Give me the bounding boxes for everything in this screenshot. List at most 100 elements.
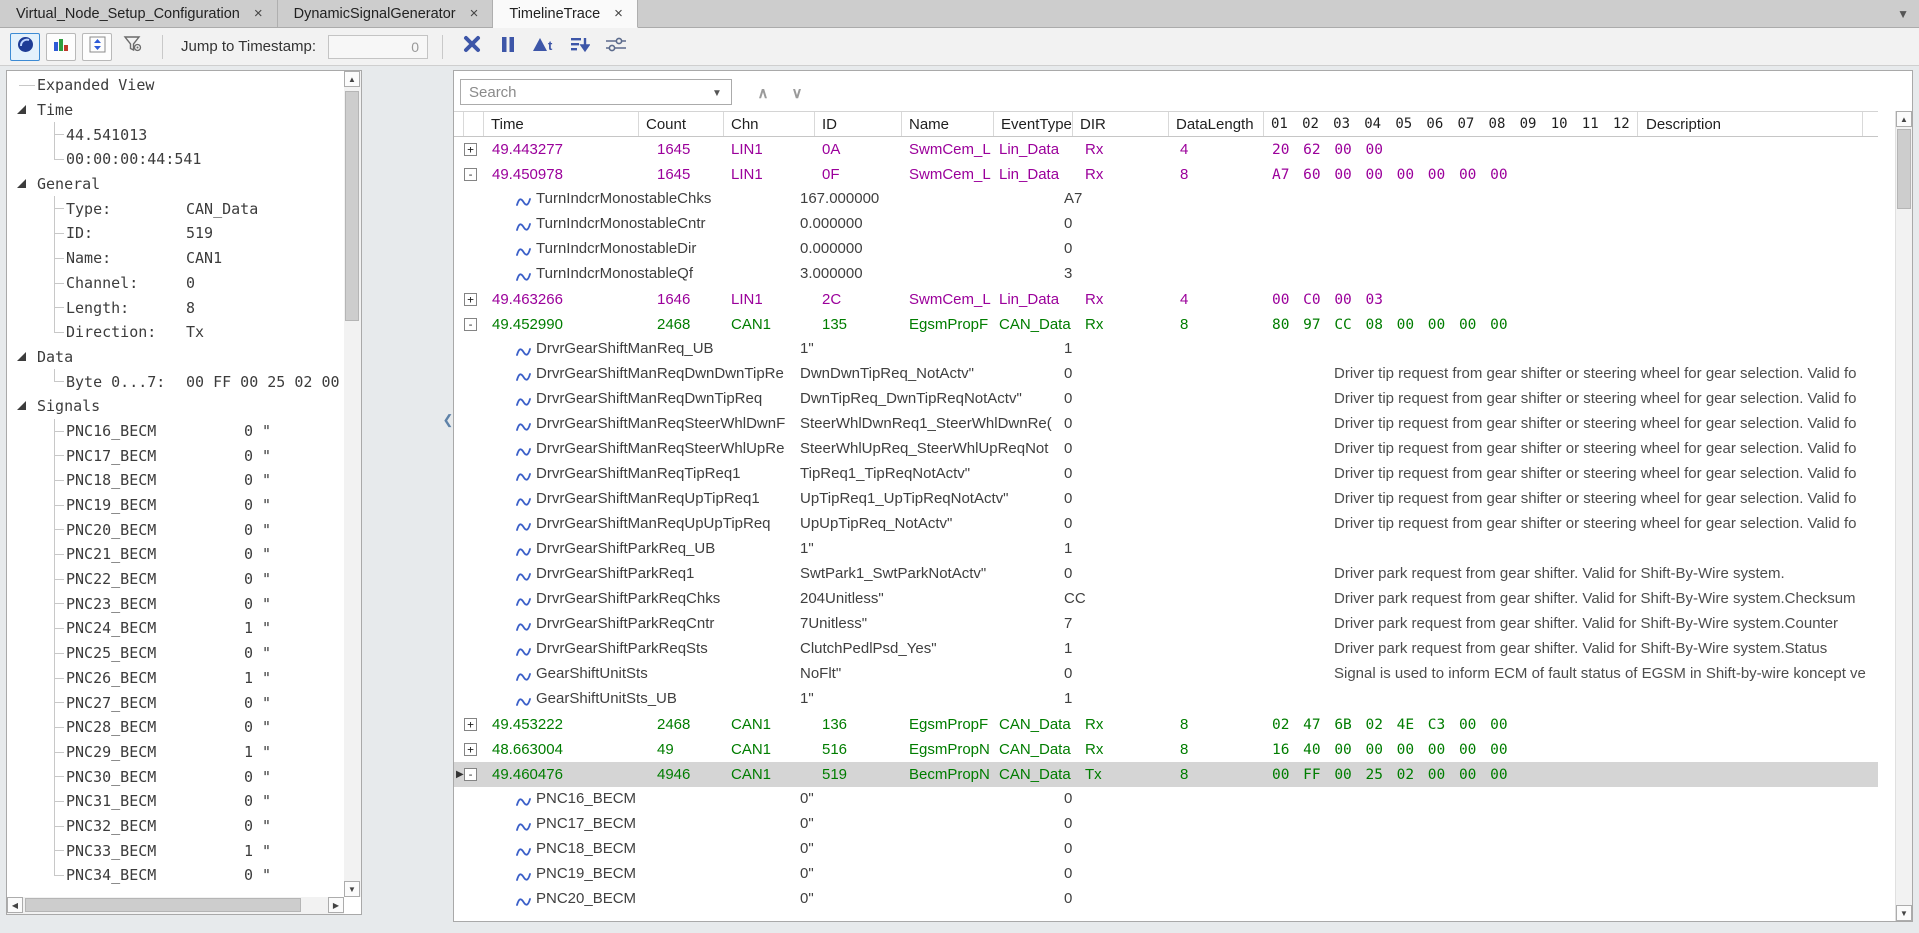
trace-signal-row[interactable]: DrvrGearShiftManReqDwnDwnTipReDwnDwnTipR…: [454, 362, 1878, 387]
trace-frame-row[interactable]: -49.4529902468CAN1135EgsmPropFCAN_DataRx…: [454, 312, 1878, 337]
tree-item[interactable]: PNC21_BECM0 ": [7, 542, 344, 567]
trace-signal-row[interactable]: DrvrGearShiftManReqSteerWhlUpReSteerWhlU…: [454, 437, 1878, 462]
column-header-description[interactable]: Description: [1638, 112, 1863, 136]
trace-signal-row[interactable]: PNC20_BECM0"0: [454, 887, 1878, 912]
tree-section-data[interactable]: Data: [7, 345, 344, 370]
scroll-down-icon[interactable]: ▼: [344, 881, 360, 897]
tree-item[interactable]: PNC19_BECM0 ": [7, 493, 344, 518]
sidebar-vscroll-thumb[interactable]: [345, 91, 359, 321]
tree-item[interactable]: PNC34_BECM0 ": [7, 863, 344, 888]
trace-signal-row[interactable]: TurnIndcrMonostableQf3.0000003: [454, 262, 1878, 287]
sort-button[interactable]: [565, 33, 595, 61]
column-header-hex-bytes[interactable]: 010203040506070809101112: [1264, 112, 1638, 136]
column-header-eventtype[interactable]: EventType: [994, 112, 1073, 136]
trace-signal-row[interactable]: DrvrGearShiftParkReqChks204Unitless"CCDr…: [454, 587, 1878, 612]
trace-frame-row[interactable]: +49.4432771645LIN10ASwmCem_LLin_DataRx42…: [454, 137, 1878, 162]
trace-frame-row[interactable]: +49.4632661646LIN12CSwmCem_LLin_DataRx40…: [454, 287, 1878, 312]
tree-item[interactable]: Channel:0: [7, 271, 344, 296]
pause-button[interactable]: [493, 33, 523, 61]
trace-frame-row[interactable]: +49.4532222468CAN1136EgsmPropFCAN_DataRx…: [454, 712, 1878, 737]
expand-plus-icon[interactable]: +: [464, 143, 477, 156]
column-header-name[interactable]: Name: [902, 112, 994, 136]
trace-signal-row[interactable]: DrvrGearShiftParkReqCntr7Unitless"7Drive…: [454, 612, 1878, 637]
tree-item[interactable]: PNC25_BECM0 ": [7, 641, 344, 666]
trace-signal-row[interactable]: PNC19_BECM0"0: [454, 862, 1878, 887]
tree-expanded-icon[interactable]: [17, 401, 26, 410]
scroll-up-icon[interactable]: ▲: [1896, 111, 1912, 127]
tree-section-general[interactable]: General: [7, 172, 344, 197]
tab-timelinetrace[interactable]: TimelineTrace×: [493, 0, 638, 28]
tree-item[interactable]: PNC29_BECM1 ": [7, 740, 344, 765]
tree-item[interactable]: PNC30_BECM0 ": [7, 764, 344, 789]
column-header-time[interactable]: Time: [484, 112, 639, 136]
trace-signal-row[interactable]: TurnIndcrMonostableDir0.0000000: [454, 237, 1878, 262]
tree-item[interactable]: PNC16_BECM0 ": [7, 419, 344, 444]
trace-signal-row[interactable]: DrvrGearShiftParkReq1SwtPark1_SwtParkNot…: [454, 562, 1878, 587]
trace-signal-row[interactable]: DrvrGearShiftManReqTipReq1TipReq1_TipReq…: [454, 462, 1878, 487]
tree-section-signals[interactable]: Signals: [7, 394, 344, 419]
column-header-id[interactable]: ID: [815, 112, 902, 136]
tree-expanded-icon[interactable]: [17, 179, 26, 188]
trigger-time-button[interactable]: t: [529, 33, 559, 61]
trace-signal-row[interactable]: DrvrGearShiftManReqUpTipReq1UpTipReq1_Up…: [454, 487, 1878, 512]
settings-button[interactable]: [601, 33, 631, 61]
expand-plus-icon[interactable]: +: [464, 718, 477, 731]
search-dropdown-caret-icon[interactable]: ▼: [712, 88, 722, 99]
tab-close-icon[interactable]: ×: [470, 6, 479, 21]
tree-item[interactable]: PNC31_BECM0 ": [7, 789, 344, 814]
trace-signal-row[interactable]: DrvrGearShiftManReqSteerWhlDwnFSteerWhlD…: [454, 412, 1878, 437]
sidebar-hscroll-thumb[interactable]: [25, 898, 301, 912]
fit-rows-button[interactable]: [82, 33, 112, 61]
column-header-dir[interactable]: DIR: [1073, 112, 1169, 136]
clear-trace-button[interactable]: [457, 33, 487, 61]
tree-item[interactable]: PNC33_BECM1 ": [7, 838, 344, 863]
trace-signal-row[interactable]: TurnIndcrMonostableCntr0.0000000: [454, 212, 1878, 237]
tree-item[interactable]: PNC18_BECM0 ": [7, 468, 344, 493]
collapse-minus-icon[interactable]: -: [464, 318, 477, 331]
trace-signal-row[interactable]: DrvrGearShiftManReqDwnTipReqDwnTipReq_Dw…: [454, 387, 1878, 412]
tree-item[interactable]: PNC28_BECM0 ": [7, 715, 344, 740]
tab-close-icon[interactable]: ×: [614, 6, 623, 21]
column-header-chn[interactable]: Chn: [724, 112, 815, 136]
collapse-panel-chevron-icon[interactable]: ❮: [443, 400, 453, 440]
tab-close-icon[interactable]: ×: [254, 6, 263, 21]
column-header-datalength[interactable]: DataLength: [1169, 112, 1264, 136]
scroll-down-icon[interactable]: ▼: [1896, 905, 1912, 921]
trace-signal-row[interactable]: PNC17_BECM0"0: [454, 812, 1878, 837]
column-header-count[interactable]: Count: [639, 112, 724, 136]
tab-list-chevron-icon[interactable]: ▼: [1897, 7, 1909, 21]
tree-item[interactable]: PNC32_BECM0 ": [7, 814, 344, 839]
tree-item[interactable]: Direction:Tx: [7, 320, 344, 345]
sidebar-vertical-scrollbar[interactable]: ▲ ▼: [344, 71, 361, 897]
trace-signal-row[interactable]: PNC16_BECM0"0: [454, 787, 1878, 812]
tree-expanded-icon[interactable]: [17, 352, 26, 361]
collapse-minus-icon[interactable]: -: [464, 768, 477, 781]
tree-item[interactable]: PNC22_BECM0 ": [7, 567, 344, 592]
jump-to-timestamp-input[interactable]: [328, 35, 428, 59]
trace-frame-row[interactable]: ▶-49.4604764946CAN1519BecmPropNCAN_DataT…: [454, 762, 1878, 787]
tree-item[interactable]: 00:00:00:44:541: [7, 147, 344, 172]
expand-plus-icon[interactable]: +: [464, 293, 477, 306]
trace-signal-row[interactable]: DrvrGearShiftManReq_UB1"1: [454, 337, 1878, 362]
tree-item[interactable]: Byte 0...7:00 FF 00 25 02 00 00 00: [7, 369, 344, 394]
tree-expanded-icon[interactable]: [17, 105, 26, 114]
trace-signal-row[interactable]: GearShiftUnitSts_UB1"1: [454, 687, 1878, 712]
trace-signal-row[interactable]: DrvrGearShiftManReqUpUpTipReqUpUpTipReq_…: [454, 512, 1878, 537]
trace-signal-row[interactable]: DrvrGearShiftParkReqStsClutchPedlPsd_Yes…: [454, 637, 1878, 662]
trace-vscroll-thumb[interactable]: [1897, 129, 1911, 209]
trace-view-mode-button[interactable]: [10, 33, 40, 61]
tree-item[interactable]: PNC26_BECM1 ": [7, 666, 344, 691]
trace-vertical-scrollbar[interactable]: ▲ ▼: [1895, 111, 1912, 921]
find-previous-button[interactable]: ∧: [750, 81, 776, 105]
tree-section-time[interactable]: Time: [7, 98, 344, 123]
trace-signal-row[interactable]: TurnIndcrMonostableChks167.000000A7: [454, 187, 1878, 212]
tree-item[interactable]: ID:519: [7, 221, 344, 246]
trace-signal-row[interactable]: GearShiftUnitStsNoFlt"0Signal is used to…: [454, 662, 1878, 687]
expand-plus-icon[interactable]: +: [464, 743, 477, 756]
filter-button[interactable]: [118, 33, 148, 61]
tree-item[interactable]: Length:8: [7, 295, 344, 320]
tree-item[interactable]: 44.541013: [7, 122, 344, 147]
tab-virtual_node_setup_configuration[interactable]: Virtual_Node_Setup_Configuration×: [0, 0, 278, 27]
collapse-minus-icon[interactable]: -: [464, 168, 477, 181]
tree-item[interactable]: PNC27_BECM0 ": [7, 690, 344, 715]
